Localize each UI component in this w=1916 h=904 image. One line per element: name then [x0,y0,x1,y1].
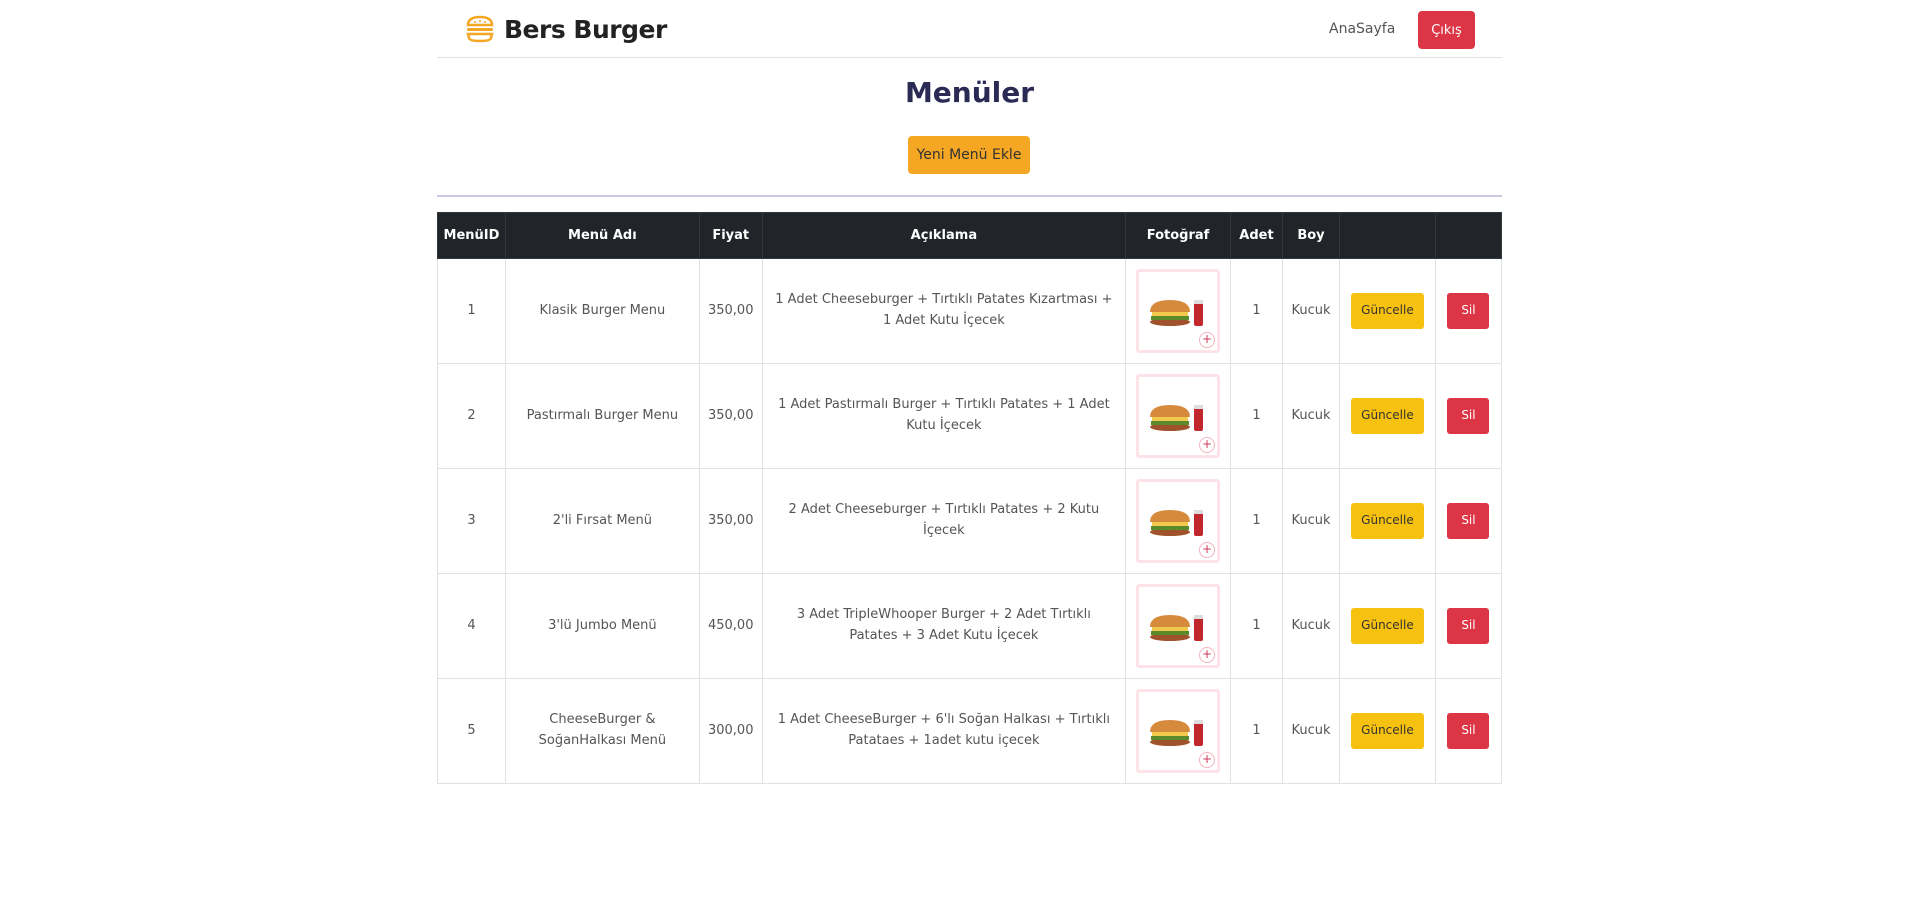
delete-button[interactable]: Sil [1447,503,1490,539]
brand[interactable]: Bers Burger [464,13,667,45]
header-menu-id: MenüID [437,212,506,259]
cell-id: 1 [437,258,506,364]
cell-quantity: 1 [1230,468,1283,574]
cell-description: 1 Adet CheeseBurger + 6'lı Soğan Halkası… [761,678,1127,784]
cell-description: 1 Adet Cheeseburger + Tırtıklı Patates K… [761,258,1127,364]
cell-size: Kucuk [1281,468,1340,574]
page-container: Bers Burger AnaSayfa Çıkış Menüler Yeni … [437,0,1503,784]
burger-meal-image [1150,405,1204,431]
burger-meal-image [1150,510,1204,536]
cell-size: Kucuk [1281,258,1340,364]
cell-price: 350,00 [698,468,763,574]
header-menu-name: Menü Adı [504,212,700,259]
logout-button[interactable]: Çıkış [1418,11,1475,49]
cell-name: 2'li Fırsat Menü [504,468,700,574]
cell-name: Klasik Burger Menu [504,258,700,364]
plus-icon: + [1199,542,1216,558]
cell-price: 300,00 [698,678,763,784]
table-header-row: MenüID Menü Adı Fiyat Açıklama Fotoğraf … [437,212,1503,259]
header-photo: Fotoğraf [1125,212,1232,259]
header-quantity: Adet [1230,212,1283,259]
update-button[interactable]: Güncelle [1350,398,1424,434]
menu-photo[interactable]: + [1136,374,1221,458]
burger-meal-image [1150,300,1204,326]
update-button[interactable]: Güncelle [1350,503,1424,539]
page-title: Menüler [904,76,1035,109]
menu-photo[interactable]: + [1136,689,1221,773]
cell-name: Pastırmalı Burger Menu [504,363,700,469]
delete-button[interactable]: Sil [1447,608,1490,644]
plus-icon: + [1199,437,1216,453]
cell-name: 3'lü Jumbo Menü [504,573,700,679]
cell-price: 450,00 [698,573,763,679]
burger-meal-image [1150,615,1204,641]
add-menu-button[interactable]: Yeni Menü Ekle [908,136,1030,174]
cell-size: Kucuk [1281,678,1340,784]
menu-table: MenüID Menü Adı Fiyat Açıklama Fotoğraf … [437,212,1503,784]
cell-quantity: 1 [1230,678,1283,784]
table-row: 2 Pastırmalı Burger Menu 350,00 1 Adet P… [437,363,1503,469]
plus-icon: + [1199,647,1216,663]
update-button[interactable]: Güncelle [1350,608,1424,644]
cell-price: 350,00 [698,363,763,469]
delete-button[interactable]: Sil [1447,293,1490,329]
plus-icon: + [1199,332,1216,348]
cell-description: 2 Adet Cheeseburger + Tırtıklı Patates +… [761,468,1127,574]
home-link[interactable]: AnaSayfa [1329,21,1395,37]
menu-photo[interactable]: + [1136,269,1221,353]
brand-name: Bers Burger [504,14,667,44]
delete-button[interactable]: Sil [1447,398,1490,434]
cell-id: 3 [437,468,506,574]
cell-description: 3 Adet TripleWhooper Burger + 2 Adet Tır… [761,573,1127,679]
cell-id: 5 [437,678,506,784]
delete-button[interactable]: Sil [1447,713,1490,749]
table-row: 3 2'li Fırsat Menü 350,00 2 Adet Cheeseb… [437,468,1503,574]
table-row: 1 Klasik Burger Menu 350,00 1 Adet Chees… [437,258,1503,364]
cell-description: 1 Adet Pastırmalı Burger + Tırtıklı Pata… [761,363,1127,469]
table-row: 4 3'lü Jumbo Menü 450,00 3 Adet TripleWh… [437,573,1503,679]
update-button[interactable]: Güncelle [1350,293,1424,329]
divider [437,195,1502,197]
cell-size: Kucuk [1281,573,1340,679]
cell-quantity: 1 [1230,363,1283,469]
header-price: Fiyat [698,212,763,259]
header-description: Açıklama [761,212,1127,259]
plus-icon: + [1199,752,1216,768]
header-size: Boy [1281,212,1340,259]
navbar: Bers Burger AnaSayfa Çıkış [437,0,1502,58]
update-button[interactable]: Güncelle [1350,713,1424,749]
cell-name: CheeseBurger & SoğanHalkası Menü [504,678,700,784]
menu-photo[interactable]: + [1136,479,1221,563]
cell-id: 4 [437,573,506,679]
cell-price: 350,00 [698,258,763,364]
cell-quantity: 1 [1230,573,1283,679]
cell-id: 2 [437,363,506,469]
table-row: 5 CheeseBurger & SoğanHalkası Menü 300,0… [437,678,1503,784]
header-delete [1434,212,1503,259]
cell-quantity: 1 [1230,258,1283,364]
cell-size: Kucuk [1281,363,1340,469]
burger-icon [466,15,494,43]
header-update [1338,212,1436,259]
menu-photo[interactable]: + [1136,584,1221,668]
burger-meal-image [1150,720,1204,746]
